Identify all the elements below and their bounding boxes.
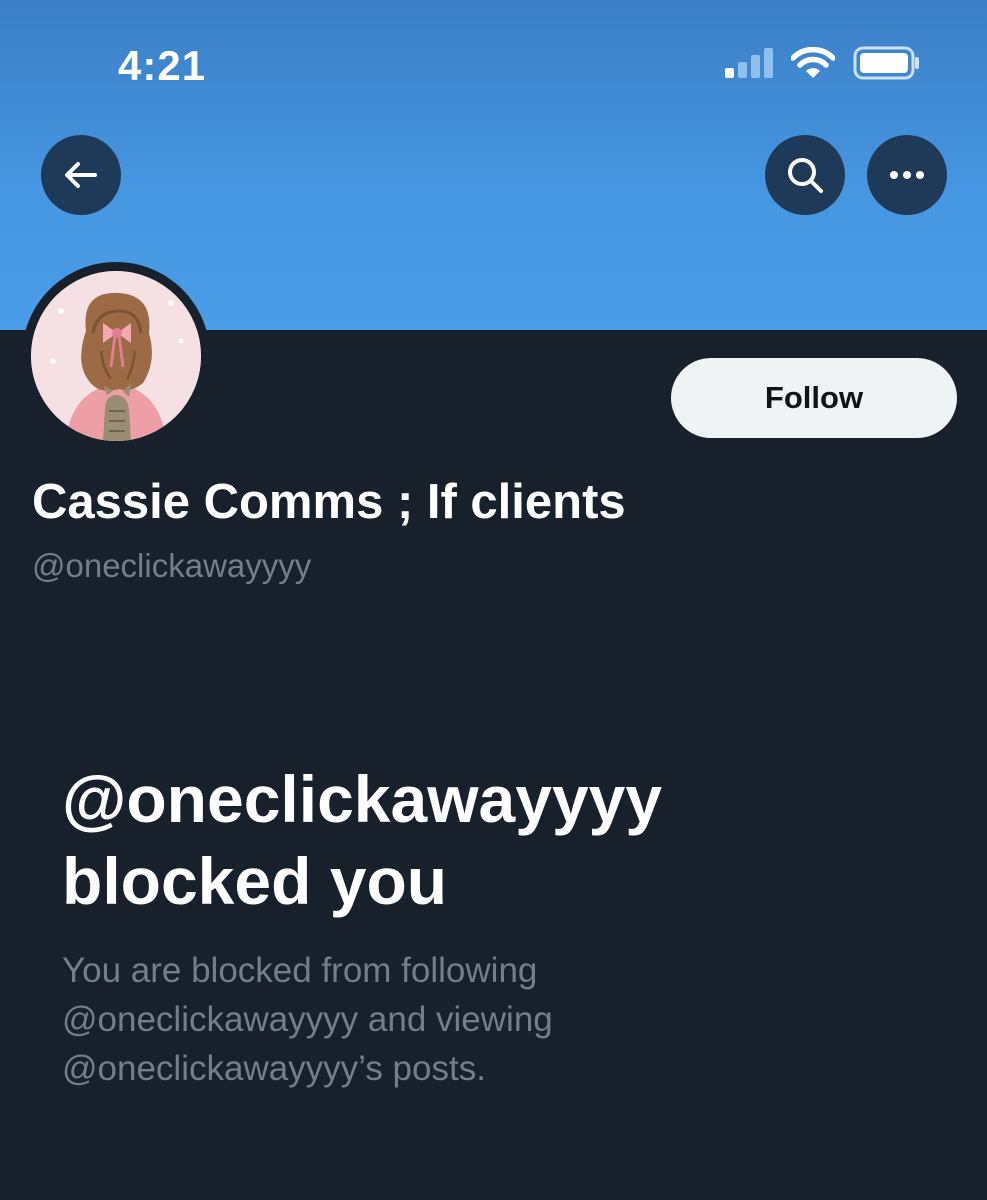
blocked-description-line-1: You are blocked from following xyxy=(62,951,538,990)
wifi-icon xyxy=(791,47,835,78)
follow-button[interactable]: Follow xyxy=(671,358,957,438)
battery-icon xyxy=(853,46,919,80)
search-icon xyxy=(788,158,823,193)
search-button[interactable] xyxy=(765,135,845,215)
cellular-signal-icon xyxy=(725,48,773,78)
blocked-description: You are blocked from following @oneclick… xyxy=(62,946,942,1093)
blocked-description-line-2: @oneclickawayyyy and viewing xyxy=(62,1000,553,1039)
status-icons xyxy=(725,46,921,80)
blocked-title-handle: @oneclickawayyyy xyxy=(62,762,663,836)
status-time: 4:21 xyxy=(118,42,207,89)
avatar-ring[interactable] xyxy=(22,262,210,450)
blocked-title: @oneclickawayyyy blocked you xyxy=(62,758,942,922)
more-options-button[interactable] xyxy=(867,135,947,215)
back-button[interactable] xyxy=(41,135,121,215)
avatar[interactable] xyxy=(31,271,201,441)
blocked-title-text: blocked you xyxy=(62,844,448,918)
arrow-left-icon xyxy=(65,162,97,188)
profile-handle: @oneclickawayyyy xyxy=(32,547,312,584)
more-horizontal-icon xyxy=(890,171,924,179)
avatar-illustration xyxy=(31,271,201,441)
profile-display-name: Cassie Comms ; If clients xyxy=(32,475,626,529)
blocked-description-line-3: @oneclickawayyyy’s posts. xyxy=(62,1049,486,1088)
